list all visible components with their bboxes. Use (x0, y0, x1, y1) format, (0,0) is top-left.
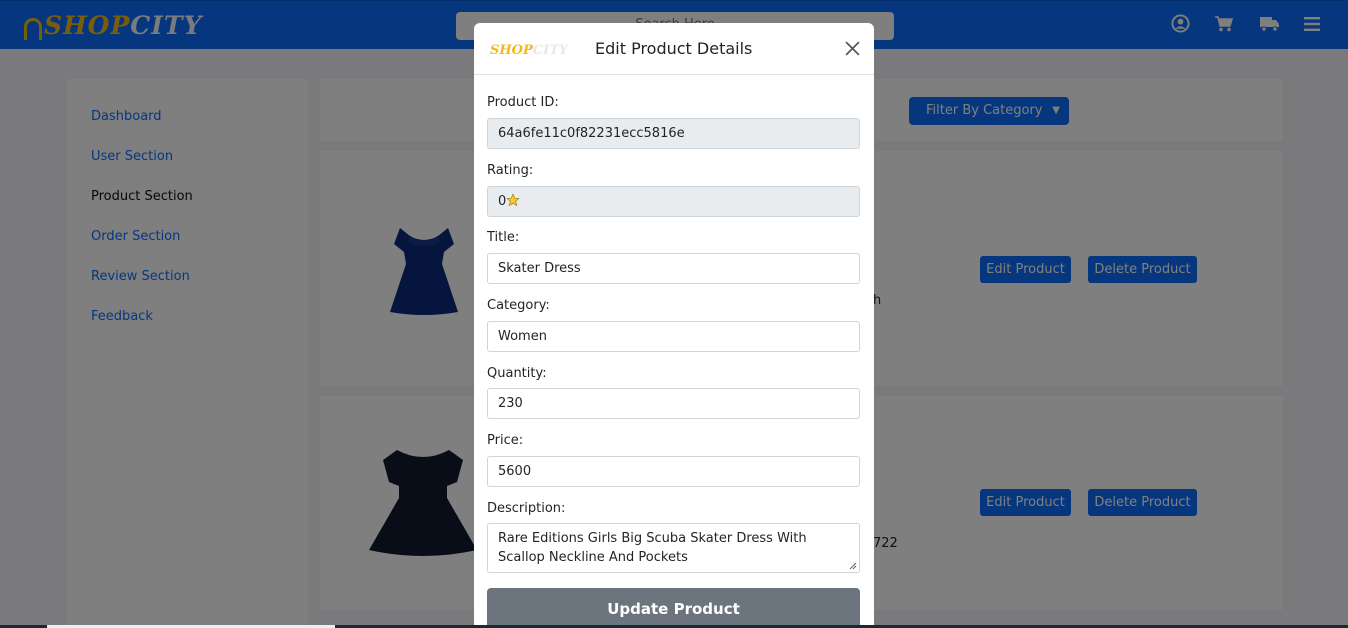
update-product-button[interactable]: Update Product (487, 588, 860, 628)
modal-header: SHOPCITY Edit Product Details (474, 23, 874, 75)
title-input[interactable]: Skater Dress (487, 253, 860, 284)
modal-logo: SHOPCITY (490, 43, 569, 58)
edit-product-modal: SHOPCITY Edit Product Details Product ID… (474, 23, 874, 628)
quantity-label: Quantity: (487, 366, 547, 381)
price-label: Price: (487, 433, 524, 448)
star-icon (506, 193, 520, 207)
description-textarea[interactable]: Rare Editions Girls Big Scuba Skater Dre… (487, 523, 860, 573)
category-input[interactable]: Women (487, 321, 860, 352)
price-input[interactable]: 5600 (487, 456, 860, 487)
rating-value: 0 (498, 194, 507, 209)
description-label: Description: (487, 501, 566, 516)
resize-grip-icon[interactable] (849, 562, 857, 570)
product-id-label: Product ID: (487, 95, 559, 110)
modal-title: Edit Product Details (595, 39, 753, 58)
description-text: Rare Editions Girls Big Scuba Skater Dre… (498, 531, 807, 565)
quantity-input[interactable]: 230 (487, 388, 860, 419)
product-id-field[interactable]: 64a6fe11c0f82231ecc5816e (487, 118, 860, 149)
category-label: Category: (487, 298, 550, 313)
close-icon[interactable] (844, 40, 861, 57)
rating-field[interactable]: 0 (487, 186, 860, 217)
rating-label: Rating: (487, 163, 534, 178)
title-label: Title: (487, 230, 520, 245)
